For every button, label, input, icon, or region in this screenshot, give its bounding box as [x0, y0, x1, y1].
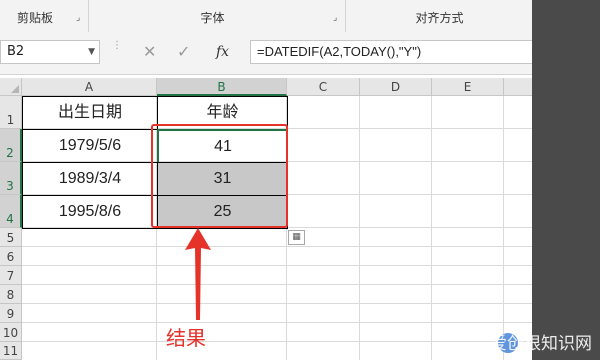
column-header-b[interactable]: B [157, 78, 287, 96]
header-cell-birthdate[interactable]: 出生日期 [22, 96, 158, 130]
right-dark-panel [532, 0, 600, 360]
name-box-value: B2 [7, 44, 25, 59]
result-highlight-box [151, 124, 288, 228]
enter-icon[interactable]: ✓ [177, 42, 190, 62]
row-header-8[interactable]: 8 [0, 285, 22, 304]
row-header-11[interactable]: 11 [0, 342, 22, 360]
cancel-icon[interactable]: ✕ [143, 42, 156, 62]
row-header-10[interactable]: 10 [0, 323, 22, 342]
row-header-6[interactable]: 6 [0, 247, 22, 266]
ribbon-separator [88, 0, 89, 32]
row-header-2[interactable]: 2 [0, 129, 22, 162]
arrow-up-icon [185, 228, 211, 320]
clipboard-group-label[interactable]: 剪贴板 [0, 8, 70, 28]
chevron-down-icon[interactable]: ▼ [88, 41, 95, 63]
formula-bar: B2 ▼ ⋮ ✕ ✓ fx =DATEDIF(A2,TODAY(),"Y") [0, 32, 532, 75]
column-header-d[interactable]: D [360, 78, 432, 96]
row-header-4[interactable]: 4 [0, 195, 22, 228]
clipboard-launcher-icon[interactable]: ⌟ [76, 13, 80, 23]
column-header-e[interactable]: E [432, 78, 504, 96]
column-header-c[interactable]: C [287, 78, 360, 96]
ribbon: 剪贴板 ⌟ 字体 ⌟ 对齐方式 [0, 0, 532, 33]
name-box[interactable]: B2 ▼ [0, 40, 100, 64]
result-label: 结果 [166, 326, 206, 350]
table-cell-birthdate[interactable]: 1995/8/6 [22, 195, 158, 229]
quick-analysis-icon[interactable]: ▦ [288, 230, 305, 245]
font-group-label[interactable]: 字体 [90, 8, 335, 28]
ribbon-separator [345, 0, 346, 32]
column-header-a[interactable]: A [22, 78, 157, 96]
select-all-corner[interactable] [0, 78, 22, 96]
row-header-7[interactable]: 7 [0, 266, 22, 285]
row-header-9[interactable]: 9 [0, 304, 22, 323]
table-cell-birthdate[interactable]: 1989/3/4 [22, 162, 158, 196]
drag-handle-icon[interactable]: ⋮ [112, 41, 122, 51]
row-header-5[interactable]: 5 [0, 228, 22, 247]
row-header-1[interactable]: 1 [0, 96, 22, 129]
column-header-f[interactable] [504, 78, 532, 96]
formula-input[interactable]: =DATEDIF(A2,TODAY(),"Y") [250, 40, 532, 64]
font-launcher-icon[interactable]: ⌟ [333, 13, 337, 23]
row-header-3[interactable]: 3 [0, 162, 22, 195]
table-cell-birthdate[interactable]: 1979/5/6 [22, 129, 158, 163]
insert-function-icon[interactable]: fx [216, 42, 229, 62]
watermark-text: 爱创根知识网 [490, 334, 592, 354]
alignment-group-label[interactable]: 对齐方式 [347, 8, 532, 28]
